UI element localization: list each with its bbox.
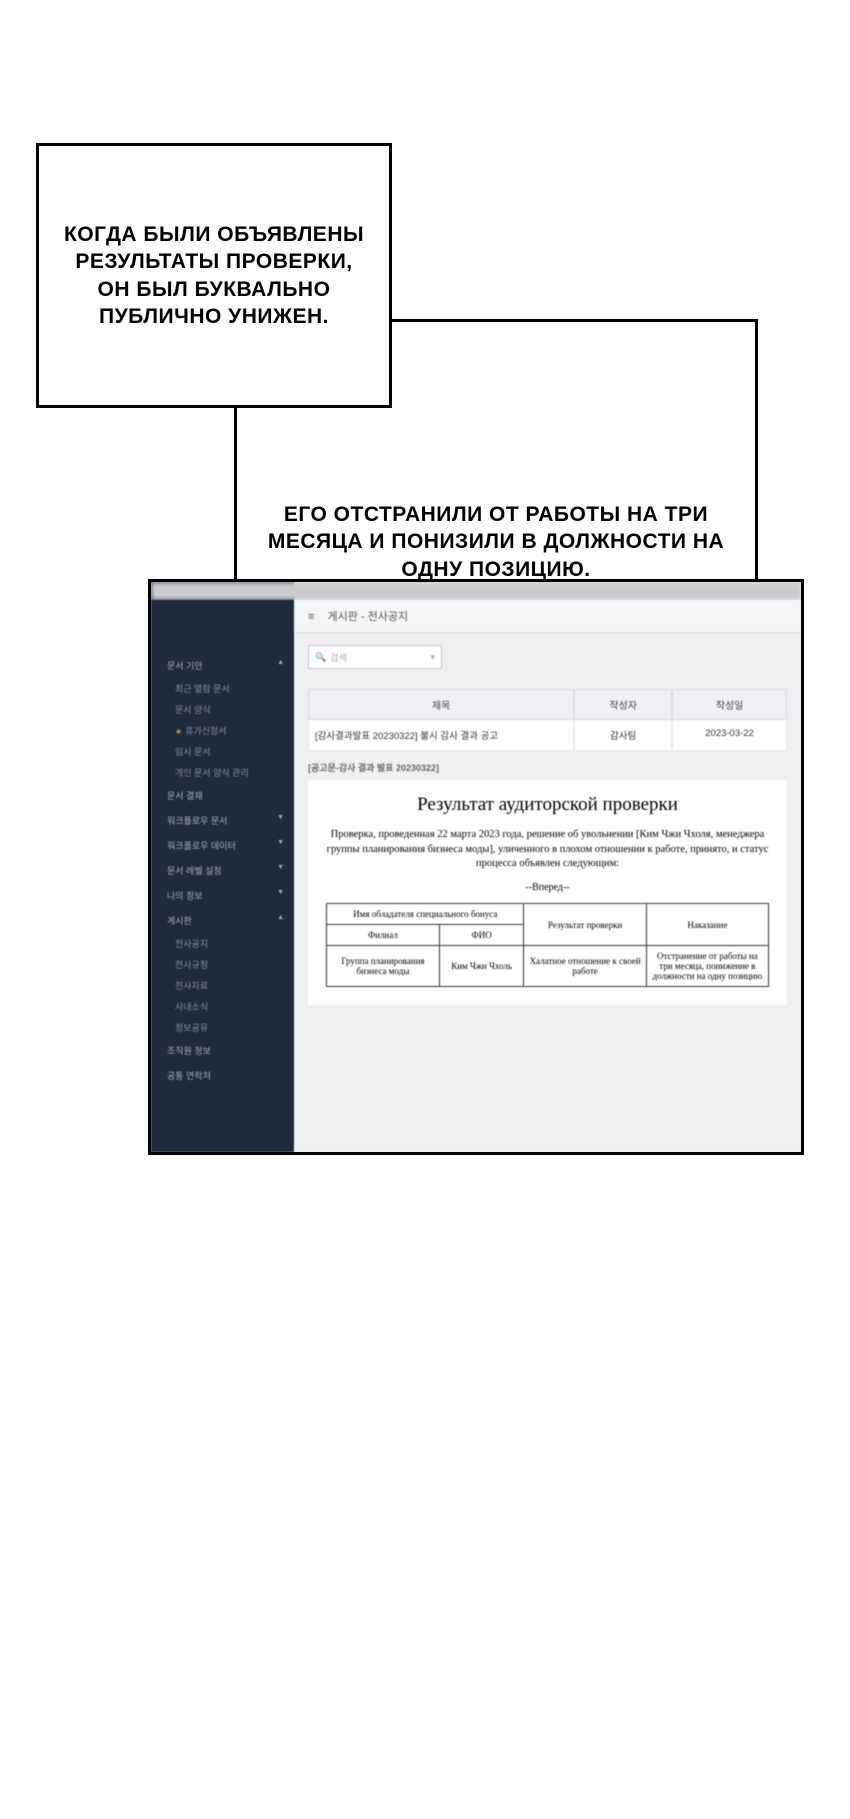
post-title: [감사결과발표 20230322] 불시 감사 결과 공고 (308, 720, 574, 751)
sidebar-subitem-forms[interactable]: 문서 양식 (151, 699, 294, 720)
breadcrumb: ≡ 게시판 - 전사공지 (294, 600, 801, 633)
post-table-header: 제목 작성자 작성일 (308, 689, 787, 720)
doc-body: Проверка, проведенная 22 марта 2023 года… (326, 828, 769, 872)
audit-th-result: Результат проверки (524, 904, 646, 946)
th-title: 제목 (308, 689, 574, 720)
sidebar-item-approval[interactable]: 문서 결재 (151, 783, 294, 808)
audit-table: Имя обладателя специального бонуса Резул… (326, 903, 769, 987)
post-author: 감사팀 (574, 720, 672, 751)
screenshot-panel: 문서 기안 최근 열람 문서 문서 양식 ★휴가신청서 임시 문서 개인 문서 … (148, 579, 804, 1155)
menu-icon[interactable]: ≡ (308, 611, 314, 623)
audit-row: Группа планирования бизнеса моды Ким Чжи… (327, 946, 769, 987)
post-date: 2023-03-22 (672, 720, 787, 751)
search-icon: 🔍 (315, 652, 326, 663)
audit-result: Халатное отношение к своей работе (524, 946, 646, 987)
audit-th-name: ФИО (439, 925, 524, 946)
sidebar-item-orginfo[interactable]: 조직원 정보 (151, 1038, 294, 1063)
sidebar-item-contacts[interactable]: 공통 연락처 (151, 1063, 294, 1088)
sidebar-subitem-rules[interactable]: 전사규정 (151, 954, 294, 975)
sidebar-item-doclevel[interactable]: 문서 레벨 설정 (151, 858, 294, 883)
main-area: ≡ 게시판 - 전사공지 🔍 검색 ▾ 제목 작성자 작성일 [감사결과발표 2… (294, 600, 801, 1152)
sidebar-subitem-vacation[interactable]: ★휴가신청서 (151, 720, 294, 741)
th-date: 작성일 (672, 689, 787, 720)
search-placeholder: 검색 (330, 651, 347, 664)
audit-th-branch: Филиал (327, 925, 440, 946)
sidebar-item-docs[interactable]: 문서 기안 (151, 653, 294, 678)
sidebar-subitem-share[interactable]: 정보공유 (151, 1017, 294, 1038)
sidebar-subitem-materials[interactable]: 전사자료 (151, 975, 294, 996)
sidebar-subitem-personal[interactable]: 개인 문서 양식 관리 (151, 762, 294, 783)
sidebar: 문서 기안 최근 열람 문서 문서 양식 ★휴가신청서 임시 문서 개인 문서 … (151, 600, 294, 1152)
audit-branch: Группа планирования бизнеса моды (327, 946, 440, 987)
sidebar-item-myinfo[interactable]: 나의 정보 (151, 883, 294, 908)
search-input[interactable]: 🔍 검색 ▾ (308, 645, 442, 669)
sidebar-subitem-temp[interactable]: 임시 문서 (151, 741, 294, 762)
audit-th-bonus: Имя обладателя специального бонуса (327, 904, 524, 925)
th-author: 작성자 (574, 689, 672, 720)
caption-box-1-overlay: КОГДА БЫЛИ ОБЪЯВЛЕНЫ РЕЗУЛЬТАТЫ ПРОВЕРКИ… (36, 143, 392, 408)
sidebar-subitem-notice[interactable]: 전사공지 (151, 933, 294, 954)
audit-punishment: Отстранение от работы на три месяца, пон… (646, 946, 768, 987)
caption-text-2: ЕГО ОТСТРАНИЛИ ОТ РАБОТЫ НА ТРИ МЕСЯЦА И… (257, 501, 735, 583)
post-row[interactable]: [감사결과발표 20230322] 불시 감사 결과 공고 감사팀 2023-0… (308, 720, 787, 751)
sidebar-subitem-recent[interactable]: 최근 열람 문서 (151, 678, 294, 699)
sidebar-subitem-news[interactable]: 사내소식 (151, 996, 294, 1017)
doc-forward: --Вперед-- (326, 882, 769, 893)
sidebar-item-workflow[interactable]: 워크플로우 문서 (151, 808, 294, 833)
star-icon: ★ (175, 727, 182, 736)
doc-panel: Результат аудиторской проверки Проверка,… (308, 780, 787, 1005)
breadcrumb-text: 게시판 - 전사공지 (327, 611, 408, 623)
doc-title: Результат аудиторской проверки (326, 794, 769, 816)
doc-label: [공고문-감사 결과 발표 20230322] (308, 761, 787, 774)
app-window: 문서 기안 최근 열람 문서 문서 양식 ★휴가신청서 임시 문서 개인 문서 … (151, 582, 801, 1152)
sidebar-item-workflow-data[interactable]: 워크플로우 데이터 (151, 833, 294, 858)
audit-th-punishment: Наказание (646, 904, 768, 946)
app-topbar (151, 582, 801, 600)
audit-name: Ким Чжи Чхоль (439, 946, 524, 987)
caption-text-1b: КОГДА БЫЛИ ОБЪЯВЛЕНЫ РЕЗУЛЬТАТЫ ПРОВЕРКИ… (59, 221, 369, 330)
chevron-down-icon: ▾ (430, 652, 435, 663)
sidebar-item-board[interactable]: 게시판 (151, 908, 294, 933)
